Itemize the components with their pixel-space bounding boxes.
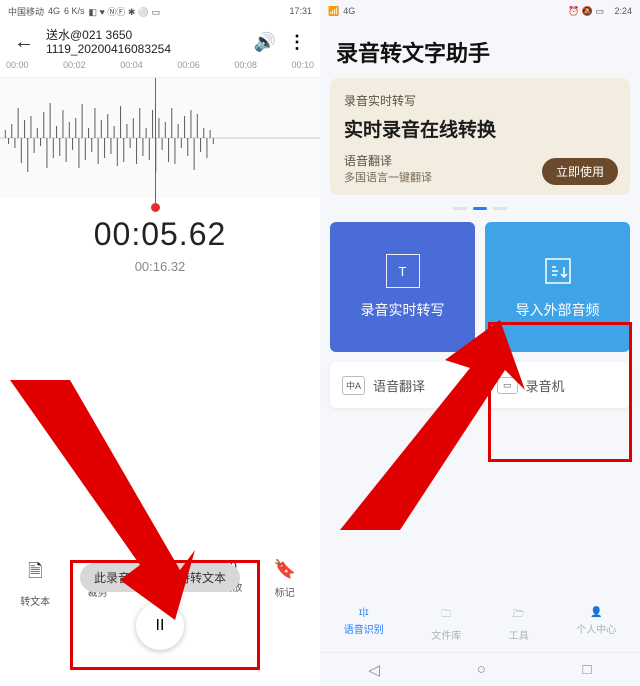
network-label: 4G: [48, 6, 60, 16]
tab-label: 个人中心: [576, 621, 616, 636]
tab-files[interactable]: 🗀 文件库: [431, 607, 461, 642]
tool-bookmark[interactable]: 🔖 标记: [257, 559, 313, 599]
nav-back[interactable]: ◁: [368, 661, 380, 679]
status-icons: ◧ ♥ ⓃⒻ ✱ ⚪ ▭: [89, 5, 161, 18]
time-ruler: 00:00 00:02 00:04 00:06 00:08 00:10: [0, 60, 320, 78]
tick: 00:08: [234, 60, 257, 77]
toast-message: 此录音文件不支持转文本: [80, 563, 240, 592]
tab-label: 工具: [509, 627, 529, 642]
pause-icon: II: [156, 617, 165, 635]
more-icon[interactable]: ⋮: [288, 32, 306, 53]
speed-label: 6 K/s: [64, 6, 85, 16]
title-line2: 1119_20200416083254: [46, 42, 242, 56]
dot-active[interactable]: [473, 207, 487, 210]
status-bar: 中国移动 4G 6 K/s ◧ ♥ ⓃⒻ ✱ ⚪ ▭ 17:31: [0, 0, 320, 22]
clock: 17:31: [289, 6, 312, 16]
tab-recognize[interactable]: ɪ|ɪ 语音识别: [344, 607, 384, 642]
card-recorder[interactable]: ▭ 录音机: [485, 362, 630, 408]
tile-import-audio[interactable]: 导入外部音频: [485, 222, 630, 352]
bottom-area: 🗎转文本 ɪ|ɪ裁剪 🔇静音 ⟳1.0倍速播放 🔖标记 此录音文件不支持转文本 …: [0, 551, 320, 668]
tool-label: 转文本: [20, 593, 50, 608]
card-voice-translate[interactable]: 中A 语音翻译: [330, 362, 475, 408]
phone-right: 📶 4G ⏰ 🔕 ▭ 2:24 录音转文字助手 录音实时转写 实时录音在线转换 语…: [320, 0, 640, 686]
transcribe-icon: T: [386, 254, 420, 288]
title-line1: 送水@021 3650: [46, 28, 242, 42]
tile-label: 录音实时转写: [361, 300, 445, 320]
alarm-icon: ⏰ 🔕 ▭: [568, 6, 604, 17]
translate-icon: 中A: [342, 376, 365, 395]
import-icon: [541, 254, 575, 288]
dot[interactable]: [453, 207, 467, 210]
dot[interactable]: [493, 207, 507, 210]
tick: 00:02: [63, 60, 86, 77]
network-label: 4G: [343, 6, 355, 16]
playhead[interactable]: [155, 78, 156, 204]
tick: 00:10: [291, 60, 314, 77]
bookmark-icon: 🔖: [274, 559, 296, 580]
network-icon: 📶: [328, 6, 339, 17]
phone-left: 中国移动 4G 6 K/s ◧ ♥ ⓃⒻ ✱ ⚪ ▭ 17:31 ← 送水@02…: [0, 0, 320, 686]
tick: 00:00: [6, 60, 29, 77]
tab-me[interactable]: 👤 个人中心: [576, 607, 616, 642]
tab-label: 文件库: [431, 627, 461, 642]
play-pause-button[interactable]: II: [136, 602, 184, 650]
nav-home[interactable]: ○: [477, 661, 486, 678]
tool-to-text[interactable]: 🗎 转文本: [7, 559, 63, 608]
banner-sub1: 录音实时转写: [344, 92, 616, 109]
secondary-row: 中A 语音翻译 ▭ 录音机: [320, 352, 640, 418]
status-bar: 📶 4G ⏰ 🔕 ▭ 2:24: [320, 0, 640, 22]
app-title: 录音转文字助手: [320, 22, 640, 78]
recording-title: 送水@021 3650 1119_20200416083254: [46, 28, 242, 56]
tick: 00:06: [177, 60, 200, 77]
tile-label: 导入外部音频: [516, 300, 600, 320]
tab-label: 语音识别: [344, 621, 384, 636]
promo-banner[interactable]: 录音实时转写 实时录音在线转换 语音翻译 多国语言一键翻译 立即使用: [330, 78, 630, 195]
nav-recent[interactable]: □: [583, 661, 592, 678]
feature-grid: T 录音实时转写 导入外部音频: [320, 222, 640, 352]
tick: 00:04: [120, 60, 143, 77]
tab-icon: ɪ|ɪ: [359, 607, 369, 618]
back-button[interactable]: ←: [14, 31, 34, 54]
tab-icon: 🗀: [441, 607, 451, 624]
banner-cta-button[interactable]: 立即使用: [542, 158, 618, 185]
duration: 00:16.32: [0, 259, 320, 274]
tab-icon: 👤: [590, 607, 602, 618]
header: ← 送水@021 3650 1119_20200416083254 🔊 ⋮: [0, 22, 320, 60]
current-time: 00:05.62: [0, 216, 320, 253]
bottom-tabs: ɪ|ɪ 语音识别 🗀 文件库 🗁 工具 👤 个人中心: [320, 599, 640, 650]
tool-label: 标记: [275, 584, 295, 599]
waveform[interactable]: [0, 78, 320, 198]
android-nav-bar: ◁ ○ □: [320, 652, 640, 686]
recorder-icon: ▭: [497, 377, 518, 394]
banner-main: 实时录音在线转换: [344, 115, 616, 142]
tab-icon: 🗁: [513, 607, 525, 624]
to-text-icon: 🗎: [28, 559, 42, 589]
speaker-icon[interactable]: 🔊: [254, 32, 276, 53]
card-label: 录音机: [526, 376, 565, 395]
clock: 2:24: [614, 6, 632, 16]
tile-realtime-transcribe[interactable]: T 录音实时转写: [330, 222, 475, 352]
tab-tools[interactable]: 🗁 工具: [509, 607, 529, 642]
card-label: 语音翻译: [373, 376, 425, 395]
pager-dots: [320, 207, 640, 210]
carrier-label: 中国移动: [8, 5, 44, 18]
